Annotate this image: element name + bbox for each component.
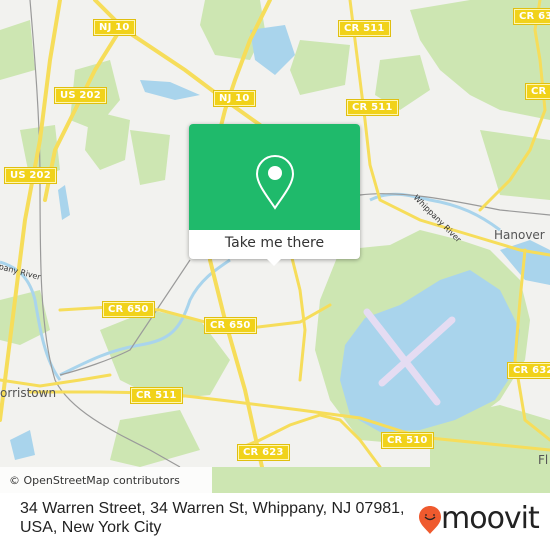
popup-pointer	[267, 259, 281, 266]
place-label-morristown: orristown	[0, 386, 57, 400]
osm-attribution[interactable]: © OpenStreetMap contributors	[9, 474, 180, 487]
road-shield-cr510: CR 510	[381, 432, 434, 449]
road-shield-cr511: CR 511	[130, 387, 183, 404]
address-text: 34 Warren Street, 34 Warren St, Whippany…	[20, 500, 405, 536]
map-canvas[interactable]: NJ 10 NJ 10 US 202 US 202 CR 511 CR 511 …	[0, 0, 550, 467]
road-shield-us202: US 202	[54, 87, 107, 104]
road-shield-cr650: CR 650	[102, 301, 155, 318]
moovit-pin-icon	[419, 506, 441, 534]
road-shield-cr632: CR 632	[507, 362, 550, 379]
map-pin-icon	[255, 154, 295, 210]
popup-header	[189, 124, 360, 230]
road-shield-cr63: CR 63	[512, 8, 550, 25]
map-woodland-strip	[212, 467, 550, 493]
road-shield-cr511: CR 511	[346, 99, 399, 116]
road-shield-cr511: CR 511	[338, 20, 391, 37]
location-popup: Take me there	[189, 124, 360, 266]
moovit-logo[interactable]: moovit	[418, 501, 548, 539]
road-shield-cr650: CR 650	[204, 317, 257, 334]
road-shield-cr: CR	[524, 83, 550, 100]
road-shield-nj10: NJ 10	[93, 19, 136, 36]
road-shield-us202: US 202	[4, 167, 57, 184]
place-label-florham: Fl	[538, 453, 549, 467]
road-shield-nj10: NJ 10	[213, 90, 256, 107]
place-label-hanover: Hanover	[494, 228, 545, 242]
take-me-there-button[interactable]: Take me there	[189, 230, 360, 259]
road-shield-cr623: CR 623	[237, 444, 290, 461]
moovit-wordmark: moovit	[441, 501, 540, 536]
